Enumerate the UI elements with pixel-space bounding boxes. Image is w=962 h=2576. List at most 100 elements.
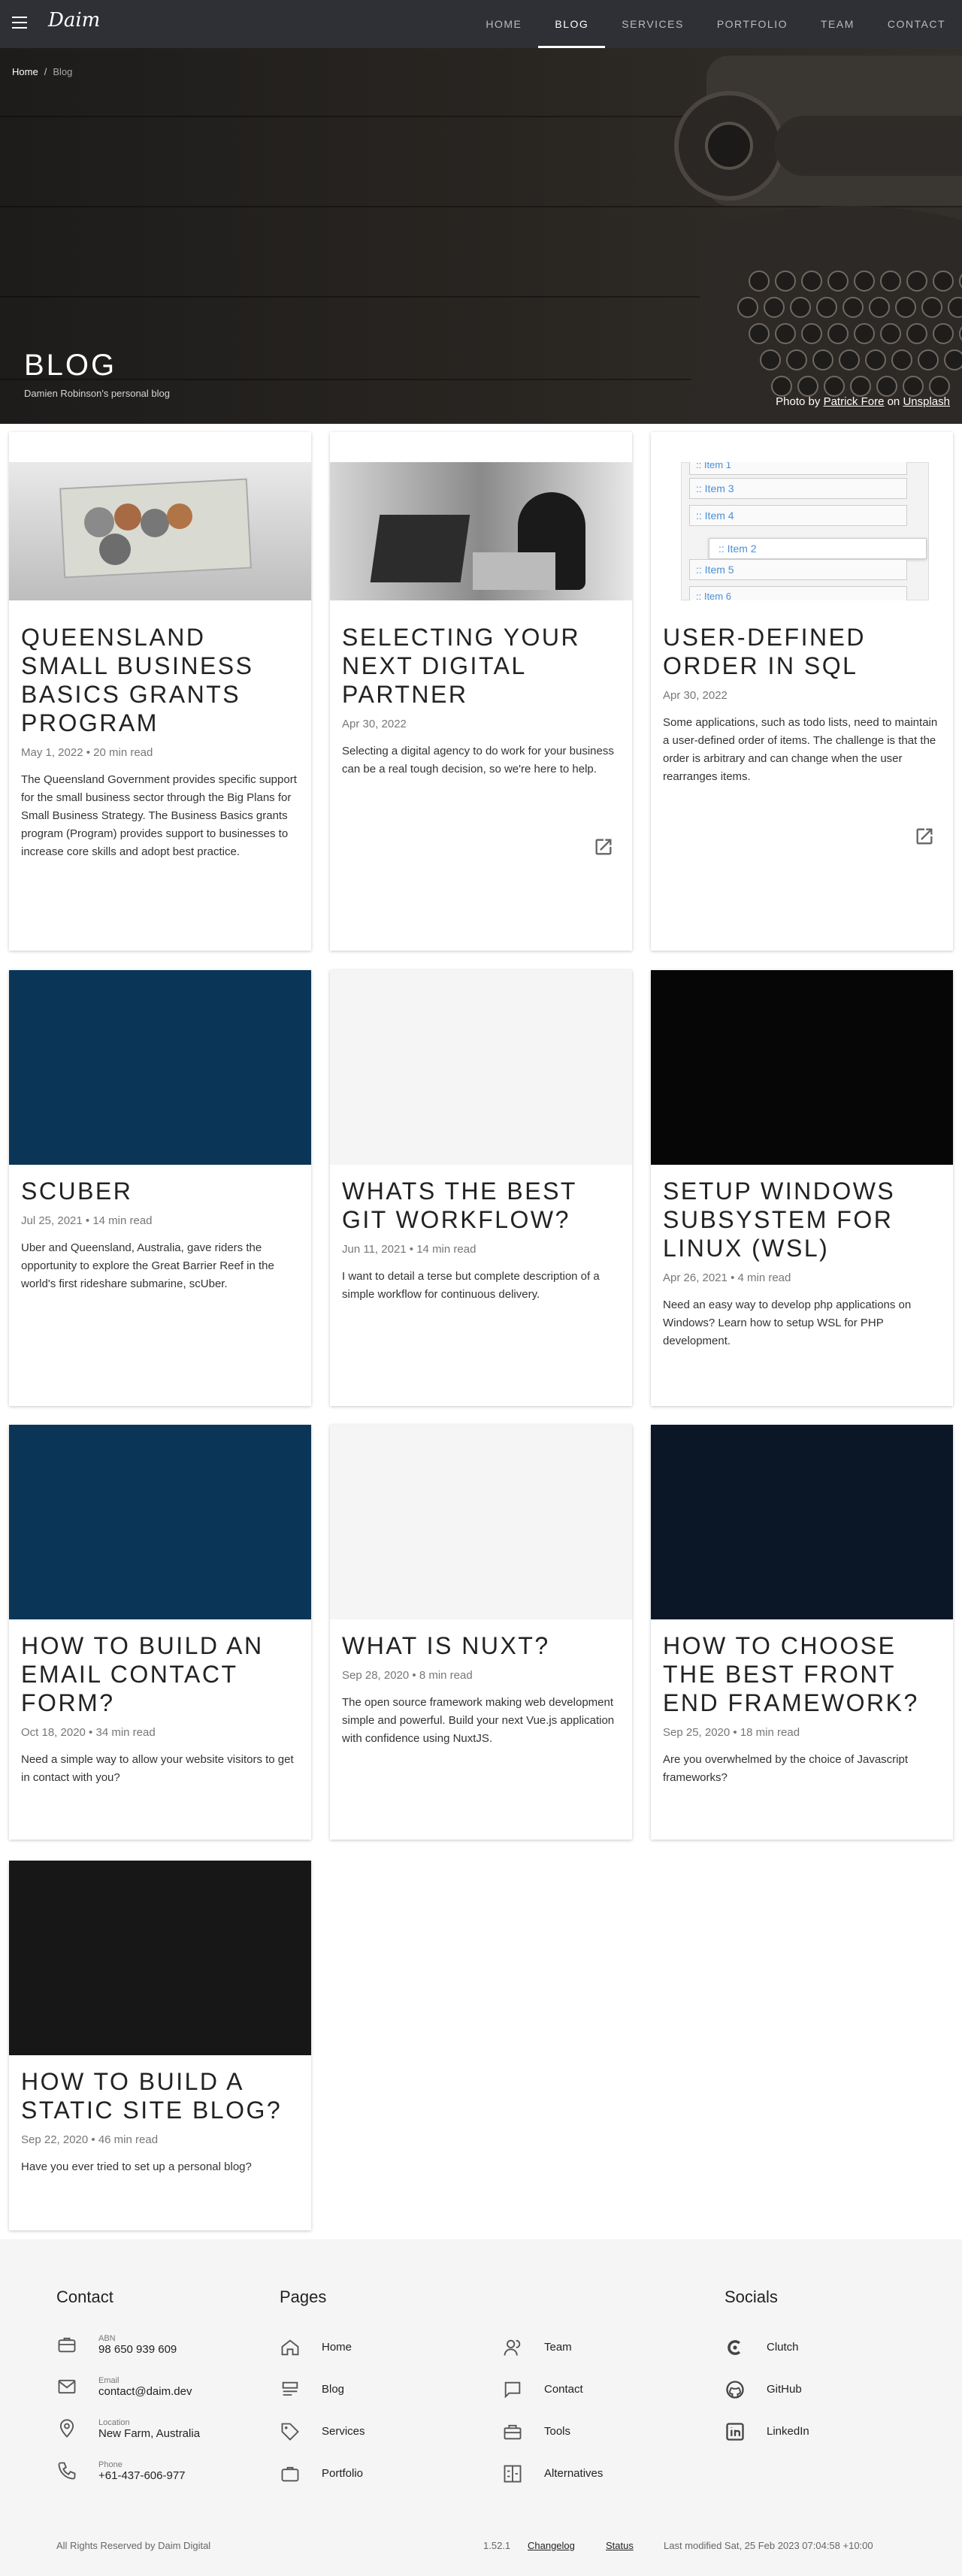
footer-link-label[interactable]: Tools <box>544 2421 570 2442</box>
post-title: WHAT IS NUXT? <box>342 1632 550 1659</box>
team-icon <box>504 2339 521 2356</box>
post-card-static-blog[interactable]: HOW TO BUILD A STATIC SITE BLOG? Sep 22,… <box>9 1861 311 2230</box>
post-description: I want to detail a terse but complete de… <box>342 1270 600 1301</box>
post-card-nuxt[interactable]: WHAT IS NUXT? Sep 28, 2020 • 8 min read … <box>330 1425 632 1840</box>
footer-link-portfolio[interactable]: Portfolio <box>280 2463 363 2484</box>
breadcrumb: Home / Blog <box>12 66 72 77</box>
post-image <box>9 1425 311 1619</box>
footer-email[interactable]: Email contact@daim.dev <box>56 2376 192 2398</box>
footer-link-blog[interactable]: Blog <box>280 2379 344 2400</box>
nav-link-blog[interactable]: BLOG <box>538 0 606 48</box>
post-meta: Jun 11, 2021 • 14 min read <box>342 1243 476 1256</box>
footer-abn: ABN 98 650 939 609 <box>56 2334 177 2356</box>
post-image <box>330 970 632 1165</box>
post-description: The open source framework making web dev… <box>342 1696 615 1745</box>
phone-value[interactable]: +61-437-606-977 <box>98 2469 186 2482</box>
post-description: Are you overwhelmed by the choice of Jav… <box>663 1753 908 1784</box>
briefcase-icon <box>58 2337 76 2353</box>
post-card-queensland-grants[interactable]: QUEENSLAND SMALL BUSINESS BASICS GRANTS … <box>9 432 311 951</box>
post-card-front-end[interactable]: HOW TO CHOOSE THE BEST FRONT END FRAMEWO… <box>651 1425 953 1840</box>
footer-link-label[interactable]: Contact <box>544 2379 583 2400</box>
footer-contact-heading: Contact <box>56 2287 113 2306</box>
post-card-scuber[interactable]: SCUBER Jul 25, 2021 • 14 min read Uber a… <box>9 970 311 1406</box>
sql-list-item: :: Item 3 <box>689 478 907 499</box>
clutch-icon <box>728 2340 741 2355</box>
mail-icon <box>58 2379 76 2394</box>
tag-icon <box>281 2423 299 2441</box>
post-card-digital-partner[interactable]: SELECTING YOUR NEXT DIGITAL PARTNER Apr … <box>330 432 632 951</box>
sql-list-item: :: Item 5 <box>689 559 907 580</box>
nav-links: HOME BLOG SERVICES PORTFOLIO TEAM CONTAC… <box>469 0 962 48</box>
page-subtitle: Damien Robinson's personal blog <box>24 388 170 399</box>
footer-social-linkedin[interactable]: LinkedIn <box>725 2421 809 2442</box>
social-label[interactable]: GitHub <box>767 2379 802 2400</box>
post-meta: Oct 18, 2020 • 34 min read <box>21 1726 156 1739</box>
post-card-contact-form[interactable]: HOW TO BUILD AN EMAIL CONTACT FORM? Oct … <box>9 1425 311 1840</box>
social-label[interactable]: LinkedIn <box>767 2421 809 2442</box>
credit-site-link[interactable]: Unsplash <box>903 395 950 408</box>
footer-link-label[interactable]: Team <box>544 2337 572 2358</box>
footer-link-label[interactable]: Services <box>322 2421 365 2442</box>
post-card-git-workflow[interactable]: WHATS THE BEST GIT WORKFLOW? Jun 11, 202… <box>330 970 632 1406</box>
footer-link-label[interactable]: Alternatives <box>544 2463 603 2484</box>
post-card-wsl[interactable]: SETUP WINDOWS SUBSYSTEM FOR LINUX (WSL) … <box>651 970 953 1406</box>
footer-link-tools[interactable]: Tools <box>502 2421 570 2442</box>
footer-link-services[interactable]: Services <box>280 2421 365 2442</box>
pin-icon <box>59 2419 74 2438</box>
nav-link-team[interactable]: TEAM <box>804 0 871 48</box>
post-title: HOW TO BUILD AN EMAIL CONTACT FORM? <box>21 1632 264 1716</box>
abn-label: ABN <box>98 2334 116 2343</box>
breadcrumb-home[interactable]: Home <box>12 66 38 77</box>
nav-link-services[interactable]: SERVICES <box>605 0 700 48</box>
footer-status-link[interactable]: Status <box>606 2540 634 2551</box>
footer-version: 1.52.1 <box>483 2540 511 2551</box>
post-title: SCUBER <box>21 1178 133 1205</box>
external-link-icon[interactable] <box>914 826 935 847</box>
home-icon <box>281 2339 299 2356</box>
post-meta: Sep 25, 2020 • 18 min read <box>663 1726 800 1739</box>
location-label: Location <box>98 2418 130 2427</box>
top-navbar: Daim HOME BLOG SERVICES PORTFOLIO TEAM C… <box>0 0 962 48</box>
footer-phone[interactable]: Phone +61-437-606-977 <box>56 2460 186 2482</box>
email-value[interactable]: contact@daim.dev <box>98 2385 192 2398</box>
menu-icon[interactable] <box>12 17 27 30</box>
sql-list-item: :: Item 4 <box>689 505 907 526</box>
phone-icon <box>58 2462 76 2480</box>
sql-list-item: :: Item 1 <box>689 462 907 475</box>
post-meta: Apr 30, 2022 <box>342 718 407 730</box>
blog-icon <box>282 2381 298 2396</box>
footer-pages-heading: Pages <box>280 2287 327 2306</box>
post-card-sql-order[interactable]: :: Item 1 :: Item 3 :: Item 4 :: Item 2 … <box>651 432 953 951</box>
github-icon <box>726 2381 744 2399</box>
post-meta: Sep 28, 2020 • 8 min read <box>342 1669 473 1682</box>
footer-link-label[interactable]: Home <box>322 2337 352 2358</box>
credit-prefix: Photo by <box>776 395 821 408</box>
footer-link-alternatives[interactable]: Alternatives <box>502 2463 603 2484</box>
site-footer: Contact Pages Socials ABN 98 650 939 609 … <box>0 2239 962 2576</box>
nav-link-contact[interactable]: CONTACT <box>871 0 962 48</box>
external-link-icon[interactable] <box>593 836 614 857</box>
footer-link-home[interactable]: Home <box>280 2337 352 2358</box>
portfolio-icon <box>281 2466 299 2482</box>
social-label[interactable]: Clutch <box>767 2337 799 2358</box>
post-title: USER-DEFINED ORDER IN SQL <box>663 624 867 679</box>
post-image <box>9 1861 311 2055</box>
location-value: New Farm, Australia <box>98 2427 201 2440</box>
post-title: WHATS THE BEST GIT WORKFLOW? <box>342 1178 577 1233</box>
footer-link-label[interactable]: Portfolio <box>322 2463 363 2484</box>
footer-changelog-link[interactable]: Changelog <box>528 2540 575 2551</box>
nav-link-portfolio[interactable]: PORTFOLIO <box>700 0 804 48</box>
footer-link-label[interactable]: Blog <box>322 2379 344 2400</box>
post-image <box>651 970 953 1165</box>
post-image-laptop <box>330 462 632 600</box>
footer-social-clutch[interactable]: Clutch <box>725 2337 799 2358</box>
phone-label: Phone <box>98 2460 123 2469</box>
credit-author-link[interactable]: Patrick Fore <box>824 395 885 408</box>
footer-link-team[interactable]: Team <box>502 2337 572 2358</box>
nav-link-home[interactable]: HOME <box>469 0 538 48</box>
email-label: Email <box>98 2376 119 2385</box>
site-logo[interactable]: Daim <box>48 9 100 32</box>
footer-social-github[interactable]: GitHub <box>725 2379 802 2400</box>
footer-link-contact[interactable]: Contact <box>502 2379 583 2400</box>
post-image <box>651 1425 953 1619</box>
